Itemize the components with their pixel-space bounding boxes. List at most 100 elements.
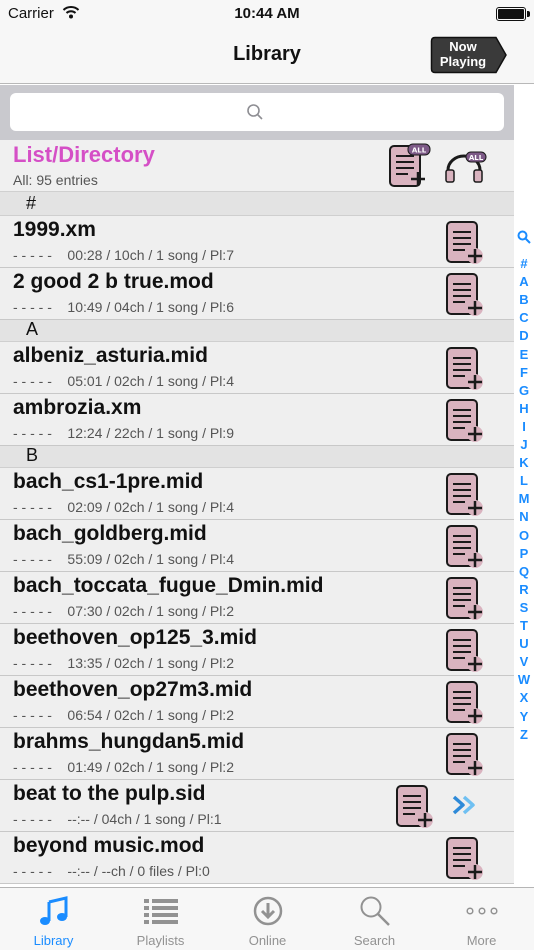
file-info: - - - - - 00:28 / 10ch / 1 song / Pl:7 — [13, 247, 234, 263]
now-playing-label-2: Playing — [439, 54, 487, 69]
tab-label: Search — [353, 933, 396, 948]
index-letter[interactable]: Z — [514, 726, 534, 744]
index-letter[interactable]: I — [514, 418, 534, 436]
file-name: 2 good 2 b true.mod — [13, 270, 214, 293]
section-label: # — [26, 193, 37, 213]
file-name: bach_cs1-1pre.mid — [13, 470, 204, 493]
navigation-bar: Library Now Playing — [0, 28, 534, 84]
index-letter[interactable]: U — [514, 635, 534, 653]
file-info: - - - - - --:-- / 04ch / 1 song / Pl:1 — [13, 811, 222, 827]
index-letter[interactable]: S — [514, 599, 534, 617]
headphones-all-icon[interactable]: ALL — [444, 150, 488, 184]
tab-label: Playlists — [136, 933, 185, 948]
tab-online[interactable]: Online — [214, 888, 321, 950]
file-name: brahms_hungdan5.mid — [13, 730, 245, 753]
index-letter[interactable]: A — [514, 273, 534, 291]
playlist-add-icon[interactable] — [395, 784, 435, 830]
index-letter[interactable]: C — [514, 309, 534, 327]
list-item[interactable]: 1999.xm - - - - - 00:28 / 10ch / 1 song … — [0, 216, 514, 268]
file-info: - - - - - 10:49 / 04ch / 1 song / Pl:6 — [13, 299, 234, 315]
list-item[interactable]: 2 good 2 b true.mod - - - - - 10:49 / 04… — [0, 268, 514, 320]
playlist-add-icon[interactable] — [445, 836, 485, 882]
list-header: List/Directory All: 95 entries ALL ALL — [0, 140, 514, 192]
battery-icon — [496, 7, 530, 21]
index-letter[interactable]: E — [514, 346, 534, 364]
index-letter[interactable]: Y — [514, 708, 534, 726]
index-letter[interactable]: J — [514, 436, 534, 454]
index-letter[interactable]: P — [514, 545, 534, 563]
more-dots-icon — [465, 907, 498, 915]
section-header: # — [0, 192, 514, 216]
svg-text:ALL: ALL — [412, 147, 427, 155]
file-info: - - - - - 55:09 / 02ch / 1 song / Pl:4 — [13, 551, 234, 567]
index-letter[interactable]: N — [514, 508, 534, 526]
index-letter[interactable]: B — [514, 291, 534, 309]
search-bar — [0, 85, 514, 140]
file-info: - - - - - --:-- / --ch / 0 files / Pl:0 — [13, 863, 210, 879]
index-letter[interactable]: D — [514, 327, 534, 345]
index-letter[interactable]: W — [514, 671, 534, 689]
file-info: - - - - - 06:54 / 02ch / 1 song / Pl:2 — [13, 707, 234, 723]
music-note-icon — [39, 896, 67, 925]
playlist-add-icon[interactable] — [445, 732, 485, 778]
double-chevron-icon[interactable] — [452, 794, 478, 816]
tab-playlists[interactable]: Playlists — [107, 888, 214, 950]
playlist-add-icon[interactable] — [445, 346, 485, 392]
tab-label: Online — [248, 933, 287, 948]
search-icon — [360, 896, 390, 926]
playlist-add-icon[interactable] — [445, 680, 485, 726]
list-item[interactable]: bach_goldberg.mid - - - - - 55:09 / 02ch… — [0, 520, 514, 572]
file-name: bach_toccata_fugue_Dmin.mid — [13, 574, 324, 597]
status-bar: Carrier 10:44 AM — [0, 0, 534, 28]
file-info: - - - - - 12:24 / 22ch / 1 song / Pl:9 — [13, 425, 234, 441]
playlist-add-icon[interactable] — [445, 524, 485, 570]
list-item[interactable]: bach_cs1-1pre.mid - - - - - 02:09 / 02ch… — [0, 468, 514, 520]
index-letter[interactable]: # — [514, 255, 534, 273]
list-item[interactable]: beethoven_op125_3.mid - - - - - 13:35 / … — [0, 624, 514, 676]
list-item[interactable]: beyond music.mod - - - - - --:-- / --ch … — [0, 832, 514, 884]
search-input[interactable] — [10, 93, 504, 131]
index-letter[interactable]: F — [514, 364, 534, 382]
index-letter[interactable]: G — [514, 382, 534, 400]
tab-bar: Library Playlists Online Search More — [0, 887, 534, 950]
index-letter[interactable]: V — [514, 653, 534, 671]
section-header: A — [0, 318, 514, 342]
playlist-add-icon[interactable] — [445, 398, 485, 444]
index-search-icon[interactable] — [517, 230, 531, 244]
playlist-add-icon[interactable] — [445, 576, 485, 622]
list-item[interactable]: ambrozia.xm - - - - - 12:24 / 22ch / 1 s… — [0, 394, 514, 446]
file-name: albeniz_asturia.mid — [13, 344, 208, 367]
playlist-add-icon[interactable] — [445, 628, 485, 674]
add-all-icon[interactable]: ALL — [388, 142, 432, 190]
list-item[interactable]: bach_toccata_fugue_Dmin.mid - - - - - 07… — [0, 572, 514, 624]
section-index[interactable]: # A B C D E F G H I J K L M N O P Q R S T U V W X Y Z — [514, 85, 534, 888]
file-name: beat to the pulp.sid — [13, 782, 206, 805]
download-icon — [253, 896, 282, 926]
index-letter[interactable]: T — [514, 617, 534, 635]
list-item[interactable]: albeniz_asturia.mid - - - - - 05:01 / 02… — [0, 342, 514, 394]
clock: 10:44 AM — [234, 5, 300, 22]
tab-more[interactable]: More — [428, 888, 534, 950]
list-item[interactable]: beat to the pulp.sid - - - - - --:-- / 0… — [0, 780, 514, 832]
now-playing-label-1: Now — [449, 39, 477, 54]
list-title: List/Directory — [13, 142, 155, 167]
index-letter[interactable]: O — [514, 527, 534, 545]
index-letter[interactable]: X — [514, 689, 534, 707]
index-letter[interactable]: M — [514, 490, 534, 508]
index-letter[interactable]: R — [514, 581, 534, 599]
playlist-add-icon[interactable] — [445, 272, 485, 318]
index-letter[interactable]: L — [514, 472, 534, 490]
entries-count: All: 95 entries — [13, 172, 98, 188]
list-item[interactable]: beethoven_op27m3.mid - - - - - 06:54 / 0… — [0, 676, 514, 728]
now-playing-button[interactable]: Now Playing — [430, 36, 508, 74]
index-letter[interactable]: Q — [514, 563, 534, 581]
index-letter[interactable]: H — [514, 400, 534, 418]
tab-search[interactable]: Search — [321, 888, 428, 950]
index-letter[interactable]: K — [514, 454, 534, 472]
tab-library[interactable]: Library — [0, 888, 107, 950]
file-info: - - - - - 01:49 / 02ch / 1 song / Pl:2 — [13, 759, 234, 775]
tab-label: More — [466, 933, 497, 948]
playlist-add-icon[interactable] — [445, 220, 485, 266]
playlist-add-icon[interactable] — [445, 472, 485, 518]
list-item[interactable]: brahms_hungdan5.mid - - - - - 01:49 / 02… — [0, 728, 514, 780]
